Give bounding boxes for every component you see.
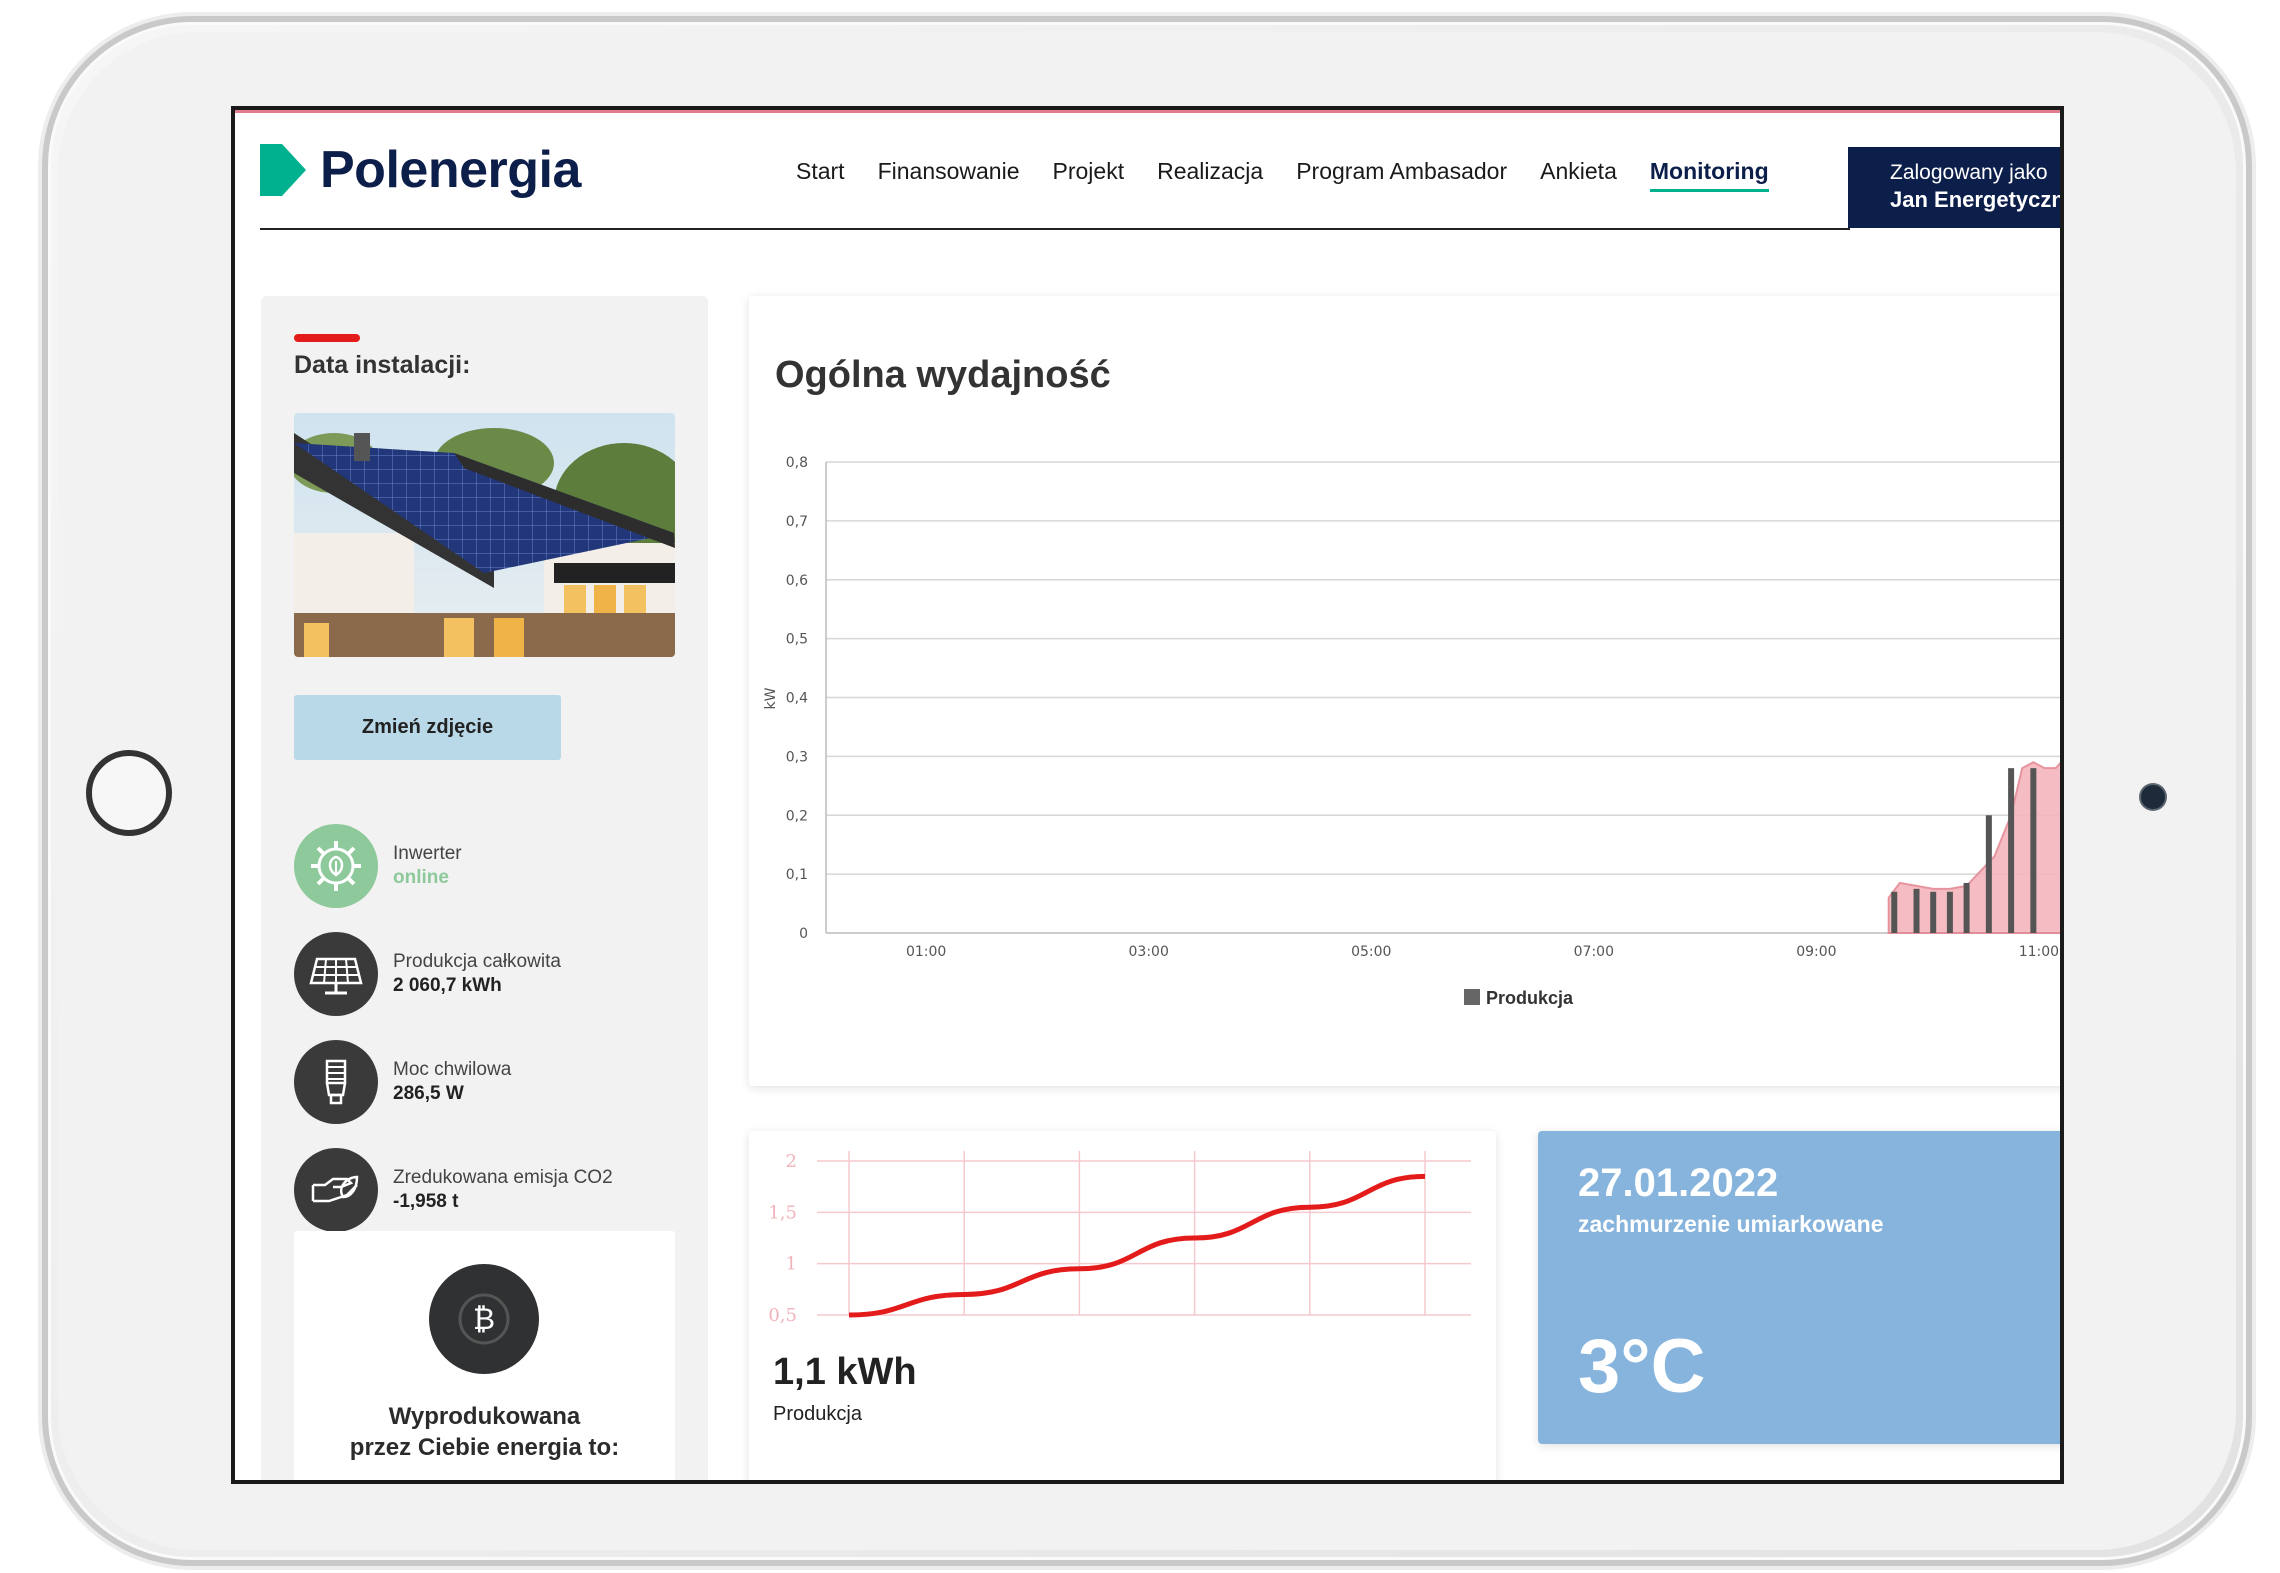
stat-label: Moc chwilowa — [393, 1059, 512, 1080]
home-button[interactable] — [86, 750, 172, 836]
nav-item-start[interactable]: Start — [796, 158, 845, 192]
stat-co2: Zredukowana emisja CO2 -1,958 t — [294, 1148, 613, 1232]
stat-total-production: Produkcja całkowita 2 060,7 kWh — [294, 932, 561, 1016]
y-tick-label: 0,2 — [786, 808, 808, 824]
installation-sidebar: Data instalacji: Zmień zdjęcie Inwerter … — [261, 296, 708, 1480]
camera-icon — [2141, 785, 2165, 809]
nav-item-ankieta[interactable]: Ankieta — [1540, 158, 1617, 192]
x-tick-label: 09:00 — [1796, 944, 1836, 960]
production-bar[interactable] — [1946, 891, 1953, 933]
y-tick-label: 0,5 — [786, 632, 808, 648]
y-tick-label: 0,7 — [786, 514, 808, 530]
daily-production-card: 2 1,5 1 0,5 1,1 kWh Produkcja — [749, 1131, 1496, 1480]
logo-mark-icon — [260, 144, 306, 196]
energy-card-title-line1: Wyprodukowana — [388, 1403, 581, 1430]
main-nav: Start Finansowanie Projekt Realizacja Pr… — [796, 158, 1769, 192]
stat-label: Produkcja całkowita — [393, 951, 561, 972]
legend-label[interactable]: Produkcja — [1486, 988, 1574, 1008]
brand-name: Polenergia — [320, 141, 581, 199]
bitcoin-icon: ₿ — [429, 1264, 539, 1374]
brand-logo[interactable]: Polenergia — [260, 140, 581, 200]
gear-leaf-icon — [294, 824, 378, 908]
y-tick-label: 0,4 — [786, 691, 808, 707]
hand-leaf-icon — [294, 1148, 378, 1232]
x-tick-label: 01:00 — [906, 944, 946, 960]
performance-chart-card: Ogólna wydajność 0 0,1 0,2 0,3 0,4 0,5 0,6 0,7 0… — [749, 296, 2064, 1086]
weather-temperature: 3°C — [1578, 1324, 1706, 1409]
solar-panel-icon — [294, 932, 378, 1016]
header-divider — [260, 228, 1850, 230]
weather-card: 27.01.2022 zachmurzenie umiarkowane 3°C — [1538, 1131, 2060, 1444]
performance-chart[interactable]: 0 0,1 0,2 0,3 0,4 0,5 0,6 0,7 0,8 01:00 03:00 05:0… — [749, 296, 2064, 1086]
nav-item-program-ambasador[interactable]: Program Ambasador — [1296, 158, 1507, 192]
y-tick-label: 0,1 — [786, 867, 808, 883]
weather-date: 27.01.2022 — [1578, 1161, 1779, 1205]
user-menu[interactable]: Zalogowany jako Jan Energetyczny — [1848, 147, 2064, 228]
energy-card-title: Wyprodukowana przez Ciebie energia to: — [294, 1401, 675, 1463]
production-bar[interactable] — [1930, 891, 1937, 933]
production-bar[interactable] — [2030, 768, 2037, 933]
legend-swatch — [1464, 989, 1480, 1005]
bulb-icon — [294, 1040, 378, 1124]
svg-text:₿: ₿ — [473, 1302, 495, 1337]
stat-label: Zredukowana emisja CO2 — [393, 1167, 613, 1188]
mini-y-tick-label: 1 — [786, 1254, 797, 1275]
production-bar[interactable] — [1985, 815, 1992, 933]
weather-description: zachmurzenie umiarkowane — [1578, 1211, 1884, 1237]
x-tick-label: 11:00 — [2019, 944, 2059, 960]
stat-instant-power: Moc chwilowa 286,5 W — [294, 1040, 511, 1124]
house-photo — [294, 413, 675, 657]
change-photo-button[interactable]: Zmień zdjęcie — [294, 695, 561, 760]
user-name: Jan Energetyczny — [1890, 187, 2064, 212]
nav-item-monitoring[interactable]: Monitoring — [1649, 158, 1769, 192]
instant-power-value: 286,5 W — [393, 1083, 464, 1104]
co2-value: -1,958 t — [393, 1191, 459, 1212]
mini-y-tick-label: 0,5 — [768, 1305, 797, 1326]
y-tick-label: 0,6 — [786, 573, 808, 589]
nav-item-projekt[interactable]: Projekt — [1053, 158, 1125, 192]
production-bar[interactable] — [2008, 768, 2015, 933]
production-bar[interactable] — [1913, 888, 1920, 933]
y-tick-label: 0,8 — [786, 455, 808, 471]
nav-item-finansowanie[interactable]: Finansowanie — [878, 158, 1020, 192]
mini-y-tick-label: 1,5 — [768, 1202, 797, 1223]
screen: Polenergia Start Finansowanie Projekt Re… — [231, 106, 2064, 1484]
production-bar[interactable] — [1891, 891, 1898, 933]
stat-label: Inwerter — [393, 843, 462, 864]
y-tick-label: 0,3 — [786, 749, 808, 765]
x-tick-label: 07:00 — [1574, 944, 1614, 960]
production-mini-chart: 2 1,5 1 0,5 — [768, 1151, 1471, 1326]
total-production-value: 2 060,7 kWh — [393, 975, 502, 996]
x-tick-label: 03:00 — [1129, 944, 1169, 960]
production-label: Produkcja — [773, 1403, 862, 1425]
x-tick-label: 05:00 — [1351, 944, 1391, 960]
production-bar[interactable] — [1963, 882, 1970, 933]
mini-y-tick-label: 2 — [786, 1151, 797, 1172]
top-accent-line — [235, 110, 2060, 113]
energy-card-title-line2: przez Ciebie energia to: — [349, 1434, 620, 1461]
user-logged-label: Zalogowany jako — [1890, 161, 2048, 184]
y-tick-label: 0 — [799, 926, 808, 942]
energy-equivalent-card: ₿ Wyprodukowana przez Ciebie energia to: — [294, 1231, 675, 1480]
stat-inverter: Inwerter online — [294, 824, 462, 908]
nav-item-realizacja[interactable]: Realizacja — [1157, 158, 1263, 192]
install-date-label: Data instalacji: — [294, 351, 471, 379]
section-accent — [294, 334, 360, 342]
production-value: 1,1 kWh — [773, 1351, 917, 1393]
production-line — [848, 1173, 1426, 1318]
inverter-status: online — [393, 867, 449, 888]
y-axis-label: kW — [763, 687, 779, 709]
